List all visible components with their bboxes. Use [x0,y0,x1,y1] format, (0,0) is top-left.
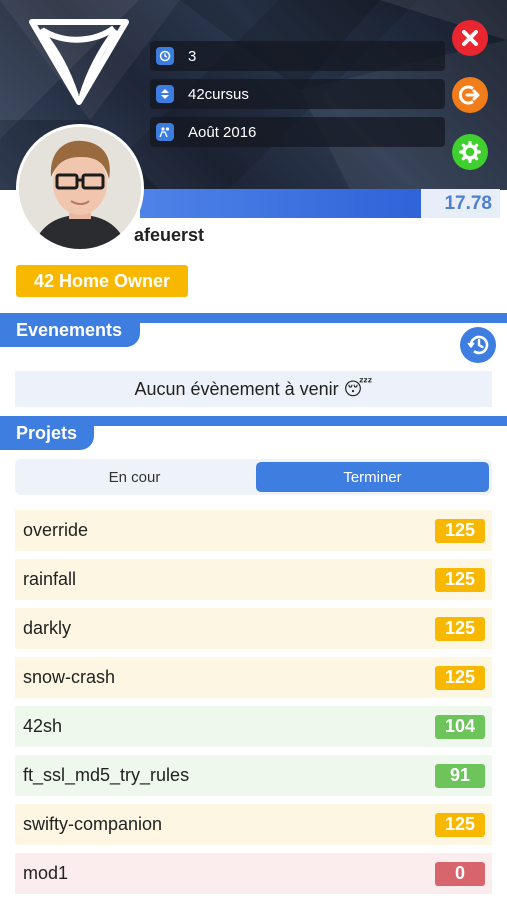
sort-icon [156,85,174,103]
project-row[interactable]: ft_ssl_md5_try_rules 91 [15,755,492,796]
gear-icon [459,141,481,163]
logout-button[interactable] [452,77,488,113]
settings-button[interactable] [452,134,488,170]
project-name: 42sh [23,716,63,736]
project-name: snow-crash [23,667,116,687]
project-row[interactable]: override 125 [15,510,492,551]
level-bar: 17.78 [140,189,500,218]
project-mark: 104 [435,714,485,739]
school-logo [29,19,129,105]
events-empty-message: Aucun évènement à venir 😴 [15,371,492,407]
logout-icon [459,85,480,105]
history-icon [467,335,489,355]
projects-segmented-control: En cour Terminer [15,459,492,495]
project-name: swifty-companion [23,814,163,834]
info-level-row: 3 [150,41,445,71]
project-name: darkly [23,618,72,638]
project-mark: 125 [435,567,485,592]
project-row[interactable]: rainfall 125 [15,559,492,600]
info-cursus-text: 42cursus [188,85,249,103]
project-mark: 91 [435,763,485,788]
close-button[interactable] [452,20,488,56]
info-cursus-row[interactable]: 42cursus [150,79,445,109]
project-row[interactable]: darkly 125 [15,608,492,649]
project-name: ft_ssl_md5_try_rules [23,765,190,785]
segment-in-progress[interactable]: En cour [18,462,251,492]
info-level-text: 3 [188,47,197,65]
project-name: override [23,520,89,540]
project-row[interactable]: snow-crash 125 [15,657,492,698]
close-icon [462,30,478,46]
project-mark: 0 [435,861,485,886]
level-icon [156,47,174,65]
project-mark: 125 [435,812,485,837]
project-mark: 125 [435,518,485,543]
project-name: mod1 [23,863,69,883]
project-row[interactable]: 42sh 104 [15,706,492,747]
level-bar-fill [140,189,421,218]
project-row[interactable]: mod1 0 [15,853,492,894]
segment-finished[interactable]: Terminer [256,462,489,492]
events-history-button[interactable] [460,327,496,363]
avatar [16,124,144,252]
pool-icon [156,123,174,141]
project-row[interactable]: swifty-companion 125 [15,804,492,845]
level-value: 17.78 [444,193,492,214]
events-section-title: Evenements [0,313,140,347]
user-login: afeuerst [134,225,205,245]
project-list: override 125 rainfall 125 darkly 125 snow-c… [15,510,492,902]
project-name: rainfall [23,569,77,589]
project-mark: 125 [435,665,485,690]
project-mark: 125 [435,616,485,641]
info-pool-text: Août 2016 [188,123,257,141]
info-pool-row: Août 2016 [150,117,445,147]
title-badge: 42 Home Owner [16,265,188,297]
projects-section-title: Projets [0,416,94,450]
